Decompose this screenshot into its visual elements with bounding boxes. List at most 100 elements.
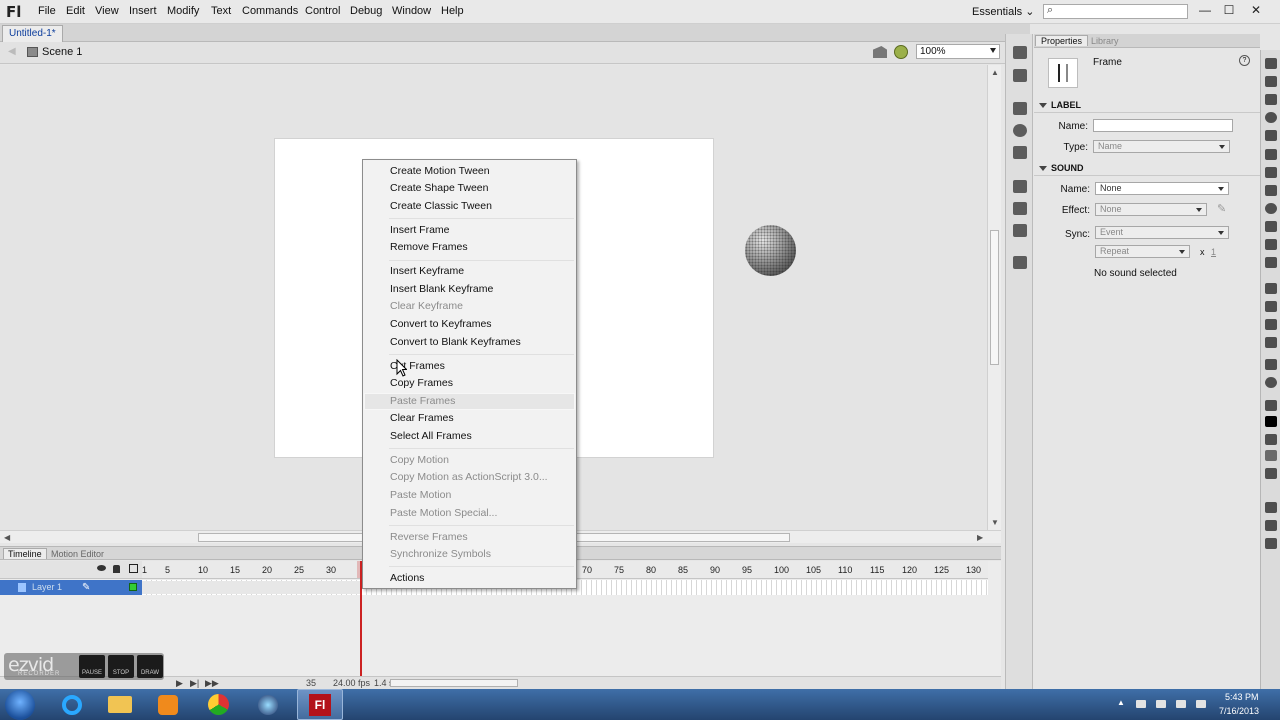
menu-item-insert-blank-keyframe[interactable]: Insert Blank Keyframe: [390, 283, 493, 295]
info-icon[interactable]: [1013, 124, 1027, 137]
file-explorer-icon[interactable]: [101, 691, 139, 718]
menu-window[interactable]: Window: [392, 5, 431, 17]
menu-text[interactable]: Text: [211, 5, 231, 17]
selection-tool-icon[interactable]: [1265, 58, 1277, 69]
clock-date[interactable]: 7/16/2013: [1219, 706, 1259, 716]
text-tool-icon[interactable]: [1265, 167, 1277, 178]
menu-item-clear-frames[interactable]: Clear Frames: [390, 412, 454, 424]
media-player-icon[interactable]: [149, 691, 187, 718]
close-button[interactable]: ✕: [1245, 1, 1267, 19]
sound-section-header[interactable]: SOUND: [1034, 162, 1260, 176]
menu-item-select-all-frames[interactable]: Select All Frames: [390, 430, 472, 442]
fill-color-icon[interactable]: [1265, 434, 1277, 445]
frame-rate[interactable]: 24.00 fps: [333, 678, 370, 688]
stroke-color-icon[interactable]: [1265, 400, 1277, 411]
workspace-switcher[interactable]: Essentials ⌄: [972, 5, 1034, 18]
taskbar-flash-button[interactable]: Fl: [297, 689, 343, 720]
zoom-tool-icon[interactable]: [1265, 377, 1277, 388]
menu-item-convert-to-keyframes[interactable]: Convert to Keyframes: [390, 318, 492, 330]
motion-presets-icon[interactable]: [1013, 224, 1027, 237]
straighten-icon[interactable]: [1265, 538, 1277, 549]
help-search-input[interactable]: ⌕: [1043, 4, 1188, 19]
menu-item-remove-frames[interactable]: Remove Frames: [390, 241, 468, 253]
edit-symbols-icon[interactable]: [894, 45, 908, 59]
menu-item-create-motion-tween[interactable]: Create Motion Tween: [390, 165, 490, 177]
edit-scene-icon[interactable]: [873, 46, 887, 58]
menu-debug[interactable]: Debug: [350, 5, 382, 17]
menu-item-create-shape-tween[interactable]: Create Shape Tween: [390, 182, 488, 194]
tab-timeline[interactable]: Timeline: [3, 548, 47, 559]
line-tool-icon[interactable]: [1265, 185, 1277, 196]
minimize-button[interactable]: —: [1194, 1, 1216, 19]
eye-icon[interactable]: [97, 565, 106, 571]
deco-tool-icon[interactable]: [1265, 257, 1277, 268]
tab-properties[interactable]: Properties: [1035, 35, 1089, 46]
code-snippets-icon[interactable]: [1013, 180, 1027, 193]
internet-explorer-icon[interactable]: [53, 691, 91, 718]
zoom-select[interactable]: 100%: [916, 44, 1000, 59]
scroll-right-icon[interactable]: ▶: [977, 533, 983, 542]
history-icon[interactable]: [1013, 256, 1027, 269]
scroll-down-icon[interactable]: ▼: [991, 518, 999, 527]
scroll-left-icon[interactable]: ◀: [4, 533, 10, 542]
play-icon[interactable]: ▶: [176, 678, 183, 689]
snap-to-objects-icon[interactable]: [1265, 502, 1277, 513]
menu-help[interactable]: Help: [441, 5, 464, 17]
subselection-tool-icon[interactable]: [1265, 76, 1277, 87]
stage-vertical-scrollbar[interactable]: ▲ ▼: [987, 65, 1001, 530]
menu-item-insert-frame[interactable]: Insert Frame: [390, 224, 450, 236]
free-transform-tool-icon[interactable]: [1265, 94, 1277, 105]
swatches-icon[interactable]: [1013, 69, 1027, 82]
edit-envelope-icon[interactable]: ✎: [1217, 202, 1226, 215]
pencil-tool-icon[interactable]: [1265, 221, 1277, 232]
volume-icon[interactable]: [1196, 700, 1206, 708]
help-icon[interactable]: ?: [1239, 55, 1250, 66]
menu-control[interactable]: Control: [305, 5, 340, 17]
menu-item-insert-keyframe[interactable]: Insert Keyframe: [390, 265, 464, 277]
start-button[interactable]: [5, 690, 35, 720]
outline-icon[interactable]: [129, 564, 138, 573]
scroll-up-icon[interactable]: ▲: [991, 68, 999, 77]
go-to-last-icon[interactable]: ▶▶: [205, 678, 219, 689]
menu-modify[interactable]: Modify: [167, 5, 199, 17]
scene-label[interactable]: Scene 1: [42, 46, 82, 58]
timeline-scrollbar-thumb[interactable]: [390, 679, 518, 687]
paint-bucket-tool-icon[interactable]: [1265, 301, 1277, 312]
menu-item-actions[interactable]: Actions: [390, 572, 424, 584]
transform-icon[interactable]: [1013, 146, 1027, 159]
align-icon[interactable]: [1013, 102, 1027, 115]
color-panel-icon[interactable]: [1013, 46, 1027, 59]
3d-rotation-tool-icon[interactable]: [1265, 112, 1277, 123]
flag-icon[interactable]: [1156, 700, 1166, 708]
menu-item-convert-to-blank-keyframes[interactable]: Convert to Blank Keyframes: [390, 336, 521, 348]
pen-tool-icon[interactable]: [1265, 149, 1277, 160]
back-arrow-icon[interactable]: ◀: [8, 46, 16, 57]
stroke-color-swatch[interactable]: [1265, 416, 1277, 427]
swap-colors-icon[interactable]: [1265, 468, 1277, 479]
pause-button[interactable]: PAUSE: [79, 655, 105, 678]
layer-row[interactable]: Layer 1 ✎: [0, 580, 142, 595]
tab-library[interactable]: Library: [1091, 36, 1119, 46]
scrollbar-thumb[interactable]: [990, 230, 999, 365]
menu-commands[interactable]: Commands: [242, 5, 298, 17]
brush-tool-icon[interactable]: [1265, 239, 1277, 250]
sync-select[interactable]: Event: [1095, 226, 1229, 239]
label-section-header[interactable]: LABEL: [1034, 99, 1260, 113]
components-icon[interactable]: [1013, 202, 1027, 215]
step-forward-icon[interactable]: ▶|: [190, 678, 199, 689]
menu-edit[interactable]: Edit: [66, 5, 85, 17]
stop-button[interactable]: STOP: [108, 655, 134, 678]
draw-button[interactable]: DRAW: [137, 655, 163, 678]
menu-file[interactable]: File: [38, 5, 56, 17]
keyframe-span[interactable]: [142, 581, 360, 594]
bone-tool-icon[interactable]: [1265, 283, 1277, 294]
document-tab[interactable]: Untitled-1*: [2, 25, 63, 42]
maximize-button[interactable]: ☐: [1218, 1, 1240, 19]
lasso-tool-icon[interactable]: [1265, 130, 1277, 141]
chrome-icon[interactable]: [199, 691, 237, 718]
label-type-select[interactable]: Name: [1093, 140, 1230, 153]
oval-tool-icon[interactable]: [1265, 203, 1277, 214]
clock-time[interactable]: 5:43 PM: [1225, 692, 1259, 702]
menu-insert[interactable]: Insert: [129, 5, 157, 17]
fill-color-swatch[interactable]: [1265, 450, 1277, 461]
